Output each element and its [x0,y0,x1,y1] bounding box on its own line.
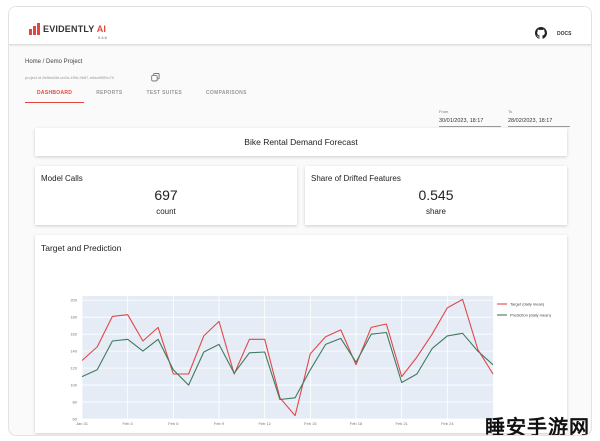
metric-card-drifted-share: Share of Drifted Features 0.545 share [305,166,567,225]
y-tick-label: 120 [70,366,77,371]
watermark-text: 睡安手游网 [485,415,590,436]
x-tick-label: Feb 21 [395,421,408,426]
plot-area [82,296,493,419]
date-from-label: From [439,109,449,114]
metric-title: Share of Drifted Features [311,174,401,183]
tab-dashboard[interactable]: DASHBOARD [25,85,85,103]
x-tick-label: Feb 12 [258,421,271,426]
metric-unit: share [425,207,446,216]
x-tick-label: Feb 6 [168,421,179,426]
y-tick-label: 100 [70,383,77,388]
x-tick-label: Feb 15 [304,421,317,426]
target-prediction-chart[interactable]: 6080100120140160180200Jan 31 Feb 3 Feb 6 Fe… [35,235,567,433]
metric-unit: count [156,207,176,216]
app-window: EVIDENTLY AI 0.4.6 DOCS Home / Demo Proj… [8,6,592,436]
metric-value: 697 [154,187,178,203]
metric-card-model-calls: Model Calls 697 count [35,166,297,225]
x-tick-label: Feb 24 [441,421,454,426]
y-tick-label: 80 [73,400,78,405]
x-tick-label: Feb 18 [350,421,363,426]
tab-test-suites[interactable]: TEST SUITES [134,85,194,103]
tab-comparisons[interactable]: COMPARISONS [194,85,259,103]
docs-link[interactable]: DOCS [557,31,571,37]
x-tick-label: Feb 9 [214,421,225,426]
y-tick-label: 160 [70,332,77,337]
y-tick-label: 140 [70,349,77,354]
logo-bars-icon [29,23,40,35]
x-tick-label: Feb 3 [123,421,134,426]
breadcrumb[interactable]: Home / Demo Project [25,59,82,65]
legend-label: Prediction (daily mean) [510,313,552,318]
y-tick-label: 180 [70,315,77,320]
chart-card-target-prediction: Target and Prediction 60 80 100 120 140 160 18… [35,235,567,433]
version-label: 0.4.6 [98,35,107,40]
copy-icon[interactable] [151,73,160,82]
evidently-logo[interactable]: EVIDENTLY AI [29,23,106,35]
legend-label: Target (daily mean) [510,302,545,307]
logo-text: EVIDENTLY AI [43,24,107,34]
date-to-label: To [508,109,513,114]
x-tick-label: Jan 31 [76,421,89,426]
metric-value: 0.545 [418,187,454,203]
dashboard-title-card: Bike Rental Demand Forecast [35,128,567,156]
tab-reports[interactable]: REPORTS [84,85,134,103]
date-to-group: To 28/02/2023, 18:17 [508,109,570,127]
date-from-input[interactable]: 30/01/2023, 18:17 [439,116,501,127]
metric-title: Model Calls [41,174,83,183]
top-navbar: EVIDENTLY AI 0.4.6 DOCS [9,7,591,45]
project-id: project id 8e5ba5fd-cb0d-4f9d-9b87-e6da9… [25,75,114,80]
dashboard-title: Bike Rental Demand Forecast [244,137,358,147]
date-from-group: From 30/01/2023, 18:17 [439,109,501,127]
github-icon[interactable] [535,27,547,39]
date-to-input[interactable]: 28/02/2023, 18:17 [508,116,570,127]
tab-bar: DASHBOARD REPORTS TEST SUITES COMPARISON… [25,85,259,103]
y-tick-label: 200 [70,298,77,303]
